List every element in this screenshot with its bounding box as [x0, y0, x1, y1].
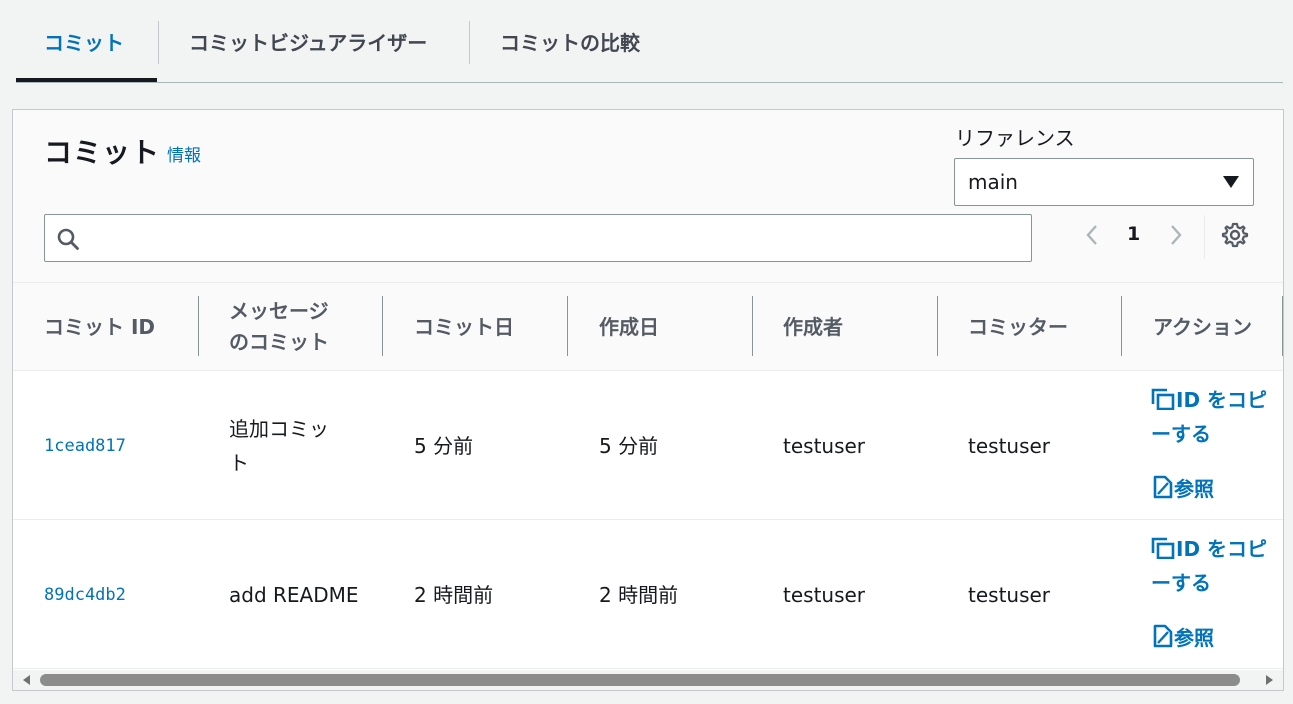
- created-date: 5 分前: [599, 433, 659, 458]
- chevron-left-icon[interactable]: [1081, 220, 1103, 250]
- page-number[interactable]: 1: [1127, 223, 1140, 245]
- caret-down-icon: [1223, 176, 1239, 188]
- view-label: 参照: [1174, 626, 1214, 650]
- commit-date: 5 分前: [414, 433, 474, 458]
- tab-divider: [469, 21, 470, 64]
- column-resizer: [1282, 296, 1283, 356]
- copy-id-label-line: ーする: [1151, 422, 1211, 446]
- copy-id-label-line: ーする: [1151, 571, 1211, 595]
- copy-id-button[interactable]: ID をコピ ーする: [1151, 383, 1281, 451]
- created-date: 2 時間前: [599, 582, 679, 607]
- committer: testuser: [968, 433, 1051, 458]
- view-button[interactable]: 参照: [1153, 622, 1214, 651]
- search-icon: [57, 228, 79, 250]
- column-resizer[interactable]: [1121, 296, 1122, 356]
- copy-icon: [1151, 537, 1175, 560]
- tab-commits[interactable]: コミット: [44, 0, 124, 82]
- commit-message: add README: [229, 582, 359, 607]
- commit-id-link[interactable]: 1cead817: [44, 371, 126, 520]
- scroll-right-arrow-icon[interactable]: [1266, 675, 1273, 685]
- column-resizer[interactable]: [937, 296, 938, 356]
- column-resizer[interactable]: [752, 296, 753, 356]
- copy-id-label-line: ID をコピ: [1176, 388, 1268, 412]
- scroll-left-arrow-icon[interactable]: [23, 675, 30, 685]
- commit-message-line: ト: [229, 450, 249, 475]
- column-created-date[interactable]: 作成日: [599, 283, 659, 371]
- search-input[interactable]: [44, 214, 1032, 262]
- column-commit-date[interactable]: コミット日: [414, 283, 514, 371]
- gear-icon[interactable]: [1221, 221, 1249, 249]
- column-committer[interactable]: コミッター: [968, 283, 1068, 371]
- tab-bar: コミット コミットビジュアライザー コミットの比較: [16, 0, 1283, 83]
- table-row: 89dc4db2 add README 2 時間前 2 時間前 testuser…: [13, 520, 1283, 669]
- file-icon: [1153, 475, 1173, 499]
- reference-select-value: main: [968, 170, 1018, 194]
- column-message-line: のコミット: [229, 330, 329, 354]
- info-link[interactable]: 情報: [167, 141, 201, 166]
- view-button[interactable]: 参照: [1153, 473, 1214, 502]
- column-resizer[interactable]: [198, 296, 199, 356]
- copy-id-button[interactable]: ID をコピ ーする: [1151, 532, 1281, 600]
- committer: testuser: [968, 582, 1051, 607]
- column-commit-id[interactable]: コミット ID: [44, 283, 155, 371]
- panel-title: コミット: [44, 136, 161, 169]
- view-label: 参照: [1174, 477, 1214, 501]
- panel-header: コミット 情報 リファレンス main 1: [13, 110, 1283, 283]
- commit-date: 2 時間前: [414, 582, 494, 607]
- scrollbar-thumb[interactable]: [40, 674, 1240, 686]
- column-message-line: メッセージ: [229, 299, 329, 323]
- file-icon: [1153, 624, 1173, 648]
- tab-compare-commits[interactable]: コミットの比較: [500, 0, 640, 82]
- active-tab-indicator: [16, 78, 157, 82]
- reference-select[interactable]: main: [954, 158, 1254, 206]
- pager-divider: [1204, 215, 1205, 259]
- tab-commit-visualizer[interactable]: コミットビジュアライザー: [189, 0, 427, 82]
- commit-message-line: 追加コミッ: [229, 416, 329, 441]
- commit-message: 追加コミッ ト: [229, 371, 329, 520]
- commits-panel: コミット 情報 リファレンス main 1 コミット ID メッセージ のコミッ…: [12, 109, 1284, 691]
- column-resizer[interactable]: [567, 296, 568, 356]
- column-message[interactable]: メッセージ のコミット: [229, 283, 329, 371]
- copy-icon: [1151, 388, 1175, 411]
- chevron-right-icon[interactable]: [1165, 220, 1187, 250]
- commit-id-link[interactable]: 89dc4db2: [44, 520, 126, 669]
- table-row: 1cead817 追加コミッ ト 5 分前 5 分前 testuser test…: [13, 371, 1283, 520]
- copy-id-label-line: ID をコピ: [1176, 537, 1268, 561]
- reference-label: リファレンス: [955, 126, 1075, 150]
- tab-divider: [158, 21, 159, 64]
- column-actions: アクション: [1153, 314, 1252, 339]
- column-resizer[interactable]: [382, 296, 383, 356]
- column-author[interactable]: 作成者: [783, 283, 843, 371]
- author: testuser: [783, 433, 866, 458]
- table-header: コミット ID メッセージ のコミット コミット日 作成日 作成者 コミッター …: [13, 283, 1283, 371]
- horizontal-scrollbar[interactable]: [13, 670, 1283, 690]
- author: testuser: [783, 582, 866, 607]
